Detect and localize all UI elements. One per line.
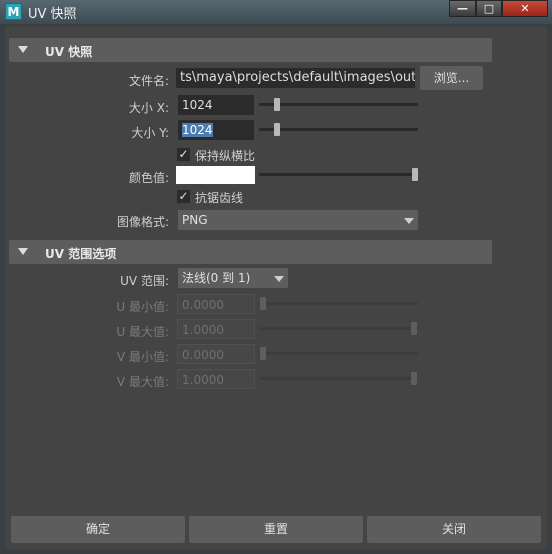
- v-max-slider[interactable]: [259, 372, 418, 385]
- close-icon: ✕: [520, 2, 530, 15]
- keep-aspect-checkbox[interactable]: ✓: [177, 148, 190, 161]
- file-name-input[interactable]: ts\maya\projects\default\images\outUV: [176, 68, 415, 88]
- color-value-slider-handle[interactable]: [412, 168, 418, 181]
- antialias-checkbox[interactable]: ✓: [177, 190, 190, 203]
- collapse-triangle-icon: [18, 248, 28, 255]
- chevron-down-icon: [270, 268, 288, 288]
- close-window-button[interactable]: ✕: [502, 0, 548, 17]
- u-max-label: U 最大值:: [116, 325, 169, 339]
- size-x-label: 大小 X:: [128, 101, 169, 115]
- ok-button[interactable]: 确定: [11, 516, 185, 543]
- close-button[interactable]: 关闭: [367, 516, 541, 543]
- uv-range-value: 法线(0 到 1): [182, 271, 251, 285]
- section-uv-snapshot[interactable]: UV 快照: [9, 38, 492, 62]
- u-min-input[interactable]: 0.0000: [177, 294, 255, 314]
- u-max-slider[interactable]: [259, 322, 418, 335]
- v-max-input[interactable]: 1.0000: [177, 369, 255, 389]
- image-format-value: PNG: [182, 213, 208, 227]
- u-max-slider-handle[interactable]: [411, 322, 417, 335]
- u-min-label: U 最小值:: [116, 300, 169, 314]
- scroll-gutter: [495, 36, 541, 508]
- reset-button[interactable]: 重置: [189, 516, 363, 543]
- maya-app-icon: M: [5, 3, 22, 20]
- file-name-label: 文件名:: [128, 74, 169, 88]
- window-title: UV 快照: [28, 7, 77, 22]
- color-label: 颜色值:: [128, 171, 169, 185]
- v-min-slider[interactable]: [259, 347, 418, 360]
- v-max-label: V 最大值:: [116, 375, 169, 389]
- color-swatch[interactable]: [176, 166, 255, 184]
- size-y-label: 大小 Y:: [131, 126, 169, 140]
- keep-aspect-label: 保持纵横比: [195, 149, 256, 163]
- size-x-input[interactable]: 1024: [178, 95, 254, 115]
- browse-button[interactable]: 浏览...: [420, 66, 483, 90]
- section-title: UV 范围选项: [45, 247, 117, 261]
- image-format-dropdown[interactable]: PNG: [178, 210, 418, 230]
- size-y-input[interactable]: 1024: [178, 120, 254, 140]
- maximize-icon: □: [483, 2, 495, 15]
- collapse-triangle-icon: [18, 46, 28, 53]
- color-value-slider[interactable]: [259, 168, 418, 181]
- v-max-slider-handle[interactable]: [411, 372, 417, 385]
- section-uv-range[interactable]: UV 范围选项: [9, 240, 492, 264]
- size-y-selected-text: 1024: [182, 123, 213, 137]
- u-max-input[interactable]: 1.0000: [177, 319, 255, 339]
- minimize-icon: —: [457, 2, 468, 15]
- title-bar: M UV 快照 — □ ✕: [0, 0, 552, 24]
- maximize-button[interactable]: □: [476, 0, 502, 17]
- uv-range-dropdown[interactable]: 法线(0 到 1): [178, 268, 288, 288]
- u-min-slider[interactable]: [259, 297, 418, 310]
- section-title: UV 快照: [45, 45, 93, 59]
- size-y-slider-handle[interactable]: [274, 123, 280, 136]
- v-min-slider-handle[interactable]: [260, 347, 266, 360]
- minimize-button[interactable]: —: [449, 0, 476, 17]
- uv-range-label: UV 范围:: [120, 274, 169, 288]
- size-x-slider[interactable]: [259, 98, 418, 111]
- size-y-slider[interactable]: [259, 123, 418, 136]
- v-min-input[interactable]: 0.0000: [177, 344, 255, 364]
- u-min-slider-handle[interactable]: [260, 297, 266, 310]
- chevron-down-icon: [400, 210, 418, 230]
- image-format-label: 图像格式:: [116, 215, 169, 229]
- size-x-slider-handle[interactable]: [274, 98, 280, 111]
- v-min-label: V 最小值:: [116, 350, 169, 364]
- antialias-label: 抗锯齿线: [195, 191, 244, 205]
